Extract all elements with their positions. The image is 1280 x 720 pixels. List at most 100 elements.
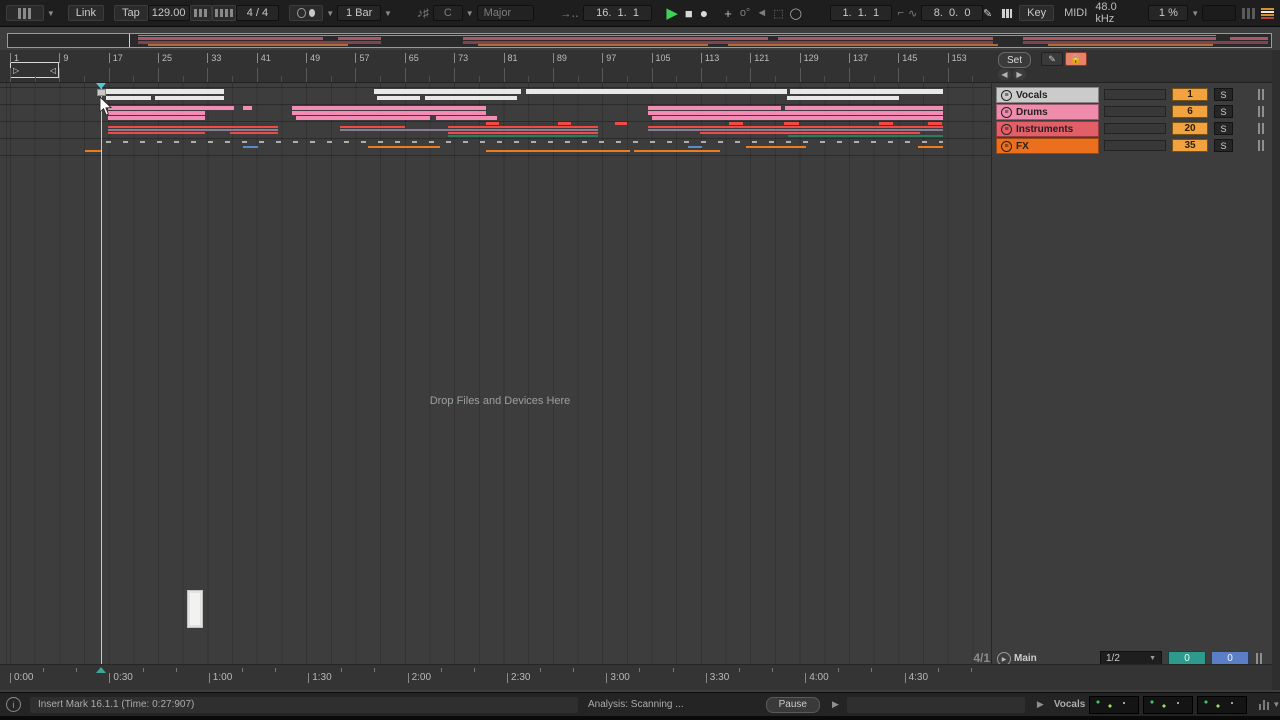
scale-icon[interactable]: ♪♯ bbox=[417, 6, 429, 20]
track-value-box[interactable]: 35 bbox=[1172, 139, 1208, 152]
time-signature-field[interactable]: 4 / 4 bbox=[236, 5, 280, 21]
fx-clip[interactable] bbox=[85, 150, 102, 152]
vocals-clip[interactable] bbox=[374, 89, 521, 94]
drums-clip[interactable] bbox=[108, 111, 205, 115]
vocals-clip[interactable] bbox=[787, 96, 899, 100]
next-locator-button[interactable]: ▶ bbox=[1013, 69, 1026, 80]
vocals-clip[interactable] bbox=[377, 96, 420, 100]
device-thumbnail[interactable] bbox=[1089, 696, 1139, 714]
loop-length-field[interactable]: 8. 0. 0 bbox=[921, 5, 983, 21]
preview-play-icon[interactable]: ▶ bbox=[832, 699, 839, 710]
chevron-down-icon[interactable]: ▼ bbox=[1191, 9, 1199, 18]
track-menu-icon[interactable]: ≡ bbox=[1001, 141, 1012, 152]
fx-clip[interactable] bbox=[368, 146, 440, 148]
drums-clip[interactable] bbox=[292, 106, 486, 110]
instruments-clip[interactable] bbox=[700, 132, 920, 134]
track-automation-box[interactable] bbox=[1104, 123, 1166, 134]
instruments-clip[interactable] bbox=[230, 132, 278, 134]
fx-clip[interactable] bbox=[746, 146, 806, 148]
instruments-clip[interactable] bbox=[448, 132, 598, 134]
track-name-instruments[interactable]: ≡Instruments bbox=[996, 121, 1099, 137]
track-name-fx[interactable]: ≡FX bbox=[996, 138, 1099, 154]
scale-name-field[interactable]: Major bbox=[477, 5, 535, 21]
loop-start-handle[interactable]: ▷ bbox=[13, 66, 19, 75]
instruments-clip[interactable] bbox=[615, 122, 627, 125]
metronome-button[interactable] bbox=[289, 5, 323, 21]
play-button[interactable]: ▶ bbox=[666, 6, 678, 21]
key-map-button[interactable]: Key bbox=[1019, 5, 1054, 21]
fx-clip[interactable] bbox=[688, 146, 702, 148]
instruments-clip[interactable] bbox=[648, 126, 943, 128]
new-button[interactable]: + bbox=[724, 6, 732, 21]
selection-box-icon[interactable]: ⬚ bbox=[773, 7, 783, 20]
instruments-clip[interactable] bbox=[558, 122, 571, 125]
record-button[interactable]: ● bbox=[700, 6, 708, 20]
arrangement-overview[interactable] bbox=[7, 33, 1272, 48]
instruments-clip[interactable] bbox=[108, 132, 205, 134]
link-button[interactable]: Link bbox=[68, 5, 104, 21]
drums-clip[interactable] bbox=[296, 116, 430, 120]
track-value-box[interactable]: 1 bbox=[1172, 88, 1208, 101]
quantization-select[interactable]: 1 Bar bbox=[337, 5, 381, 21]
track-solo-button[interactable]: S bbox=[1214, 139, 1233, 152]
punch-in-icon[interactable]: ⌐ bbox=[898, 7, 904, 19]
computer-midi-keyboard-icon[interactable] bbox=[1000, 8, 1013, 19]
draw-mode-icon[interactable]: ✎ bbox=[983, 7, 992, 20]
vocals-clip[interactable] bbox=[106, 89, 224, 94]
drums-clip[interactable] bbox=[785, 106, 943, 110]
drums-clip[interactable] bbox=[243, 106, 252, 110]
fx-clip[interactable] bbox=[918, 146, 943, 148]
capture-icon[interactable]: ◯ bbox=[790, 7, 802, 20]
instruments-clip[interactable] bbox=[108, 129, 278, 131]
track-name-drums[interactable]: ≡Drums bbox=[996, 104, 1099, 120]
bar-ruler[interactable]: ▷ ◁ 191725334149576573818997105113121129… bbox=[0, 50, 991, 83]
lock-envelopes-button[interactable]: 🔒 bbox=[1065, 52, 1087, 66]
nudge-up-icon[interactable] bbox=[212, 5, 236, 21]
instruments-clip[interactable] bbox=[784, 122, 799, 125]
instruments-clip[interactable] bbox=[448, 126, 598, 128]
selection-handle[interactable] bbox=[97, 89, 106, 96]
fx-clip[interactable] bbox=[243, 146, 258, 148]
instruments-clip[interactable] bbox=[448, 135, 598, 137]
track-solo-button[interactable]: S bbox=[1214, 88, 1233, 101]
chevron-down-icon[interactable]: ▼ bbox=[466, 9, 474, 18]
drums-clip[interactable] bbox=[648, 111, 943, 115]
back-to-arrangement-icon[interactable]: ◄ bbox=[756, 7, 767, 19]
midi-map-button[interactable]: MIDI bbox=[1064, 7, 1087, 19]
instruments-clip[interactable] bbox=[486, 122, 499, 125]
chevron-down-icon[interactable]: ▼ bbox=[384, 9, 392, 18]
arrangement-position-field[interactable]: 16. 1. 1 bbox=[583, 5, 653, 21]
key-root-field[interactable]: C bbox=[433, 5, 463, 21]
loop-end-handle[interactable]: ◁ bbox=[50, 66, 56, 75]
loop-switch-icon[interactable]: ∿ bbox=[908, 7, 917, 20]
nudge-down-icon[interactable] bbox=[190, 5, 212, 21]
vocals-clip[interactable] bbox=[155, 96, 224, 100]
prev-locator-button[interactable]: ◀ bbox=[998, 69, 1011, 80]
instruments-clip[interactable] bbox=[879, 122, 893, 125]
loop-start-field[interactable]: 1. 1. 1 bbox=[830, 5, 892, 21]
track-solo-button[interactable]: S bbox=[1214, 105, 1233, 118]
cpu-load-field[interactable]: 1 % bbox=[1148, 5, 1188, 21]
track-menu-icon[interactable]: ≡ bbox=[1001, 90, 1012, 101]
chevron-down-icon[interactable]: ▼ bbox=[47, 9, 55, 18]
tap-tempo-button[interactable]: Tap bbox=[114, 5, 148, 21]
drums-clip[interactable] bbox=[292, 111, 486, 115]
instruments-clip[interactable] bbox=[340, 129, 598, 131]
track-automation-box[interactable] bbox=[1104, 106, 1166, 117]
track-menu-icon[interactable]: ≡ bbox=[1001, 124, 1012, 135]
arrangement-area[interactable]: Drop Files and Devices Here bbox=[0, 83, 991, 664]
device-thumbnail[interactable] bbox=[1143, 696, 1193, 714]
track-automation-box[interactable] bbox=[1104, 140, 1166, 151]
drums-clip[interactable] bbox=[648, 106, 781, 110]
track-name-vocals[interactable]: ≡Vocals bbox=[996, 87, 1099, 103]
instruments-clip[interactable] bbox=[729, 122, 743, 125]
instruments-clip[interactable] bbox=[108, 126, 278, 128]
info-icon[interactable]: i bbox=[6, 697, 21, 712]
draw-automation-button[interactable]: ✎ bbox=[1041, 52, 1063, 66]
drums-clip[interactable] bbox=[108, 106, 234, 110]
device-thumbnail[interactable] bbox=[1197, 696, 1247, 714]
dragged-clip-ghost[interactable] bbox=[187, 590, 203, 628]
track-value-box[interactable]: 20 bbox=[1172, 122, 1208, 135]
instruments-clip[interactable] bbox=[340, 126, 405, 128]
track-menu-icon[interactable]: ≡ bbox=[1001, 107, 1012, 118]
